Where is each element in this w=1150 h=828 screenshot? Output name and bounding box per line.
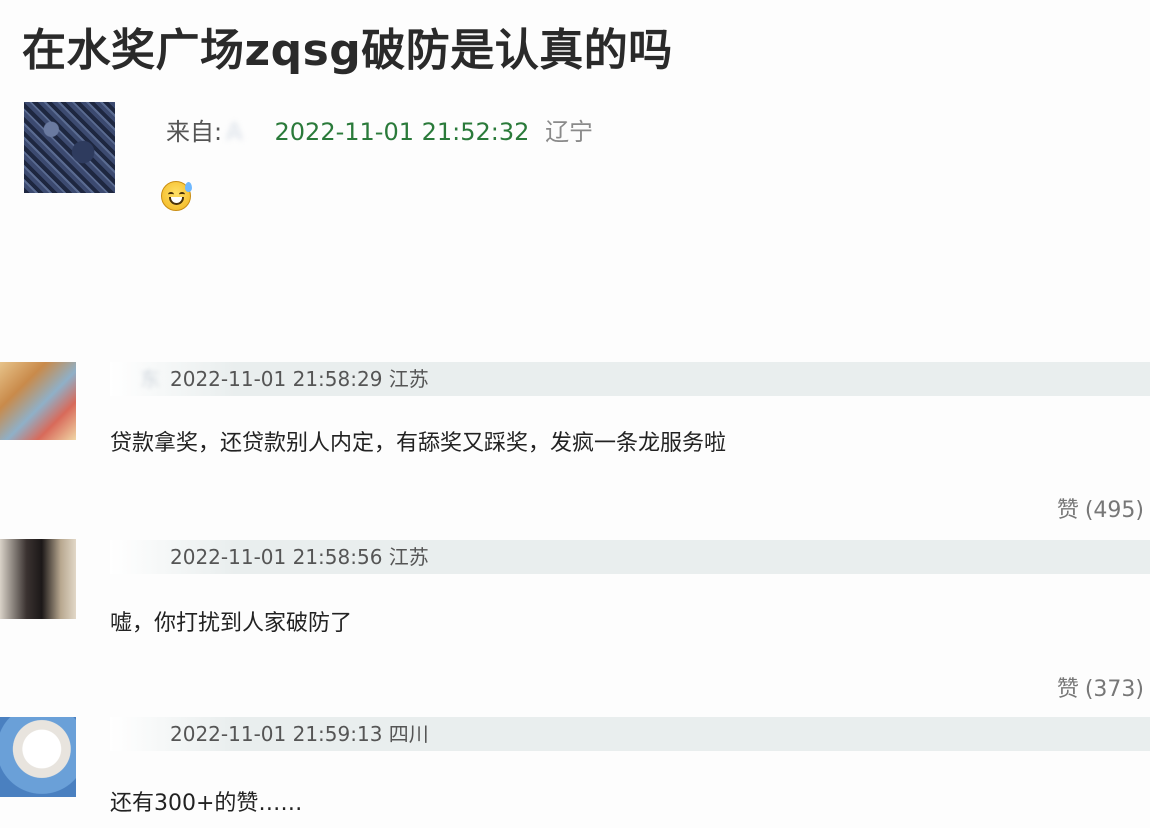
like-label: 赞: [1056, 677, 1079, 702]
from-label: 来自:: [166, 118, 223, 146]
like-count: (373): [1084, 677, 1144, 702]
post-author-name[interactable]: A: [226, 118, 242, 146]
comment-timestamp: 2022-11-01 21:58:29: [170, 367, 383, 391]
comment-text: 还有300+的赞……: [110, 791, 303, 816]
like-button[interactable]: 赞 (495): [1057, 492, 1144, 524]
comment-username[interactable]: 东: [110, 362, 160, 396]
comment-timestamp: 2022-11-01 21:59:13: [170, 722, 383, 746]
comment-header: 2022-11-01 21:59:13 四川: [110, 717, 1150, 751]
comment-avatar[interactable]: [0, 539, 76, 619]
comment-text: 嘘，你打扰到人家破防了: [110, 611, 353, 636]
comment-avatar[interactable]: [0, 717, 76, 797]
comment-region: 江苏: [388, 545, 429, 569]
like-button[interactable]: 赞 (373): [1057, 671, 1144, 703]
post-region: 辽宁: [545, 118, 594, 146]
post-timestamp: 2022-11-01 21:52:32: [274, 118, 530, 146]
comment-region: 江苏: [388, 367, 429, 391]
comment-header: 2022-11-01 21:58:56 江苏: [110, 540, 1150, 574]
grinning-sweat-emoji-icon: [161, 181, 192, 211]
like-count: (495): [1084, 498, 1144, 523]
post-meta: 来自: A 2022-11-01 21:52:32 辽宁: [166, 112, 593, 147]
comment-header: 东 2022-11-01 21:58:29 江苏: [110, 362, 1150, 396]
comment-avatar[interactable]: [0, 362, 76, 440]
comment-timestamp: 2022-11-01 21:58:56: [170, 545, 383, 569]
comment-text: 贷款拿奖，还贷款别人内定，有舔奖又踩奖，发疯一条龙服务啦: [110, 431, 727, 456]
post-author-avatar[interactable]: [24, 102, 115, 193]
like-label: 赞: [1056, 498, 1079, 523]
article-title: 在水奖广场zqsg破防是认真的吗: [22, 25, 673, 76]
comment-region: 四川: [388, 722, 429, 746]
